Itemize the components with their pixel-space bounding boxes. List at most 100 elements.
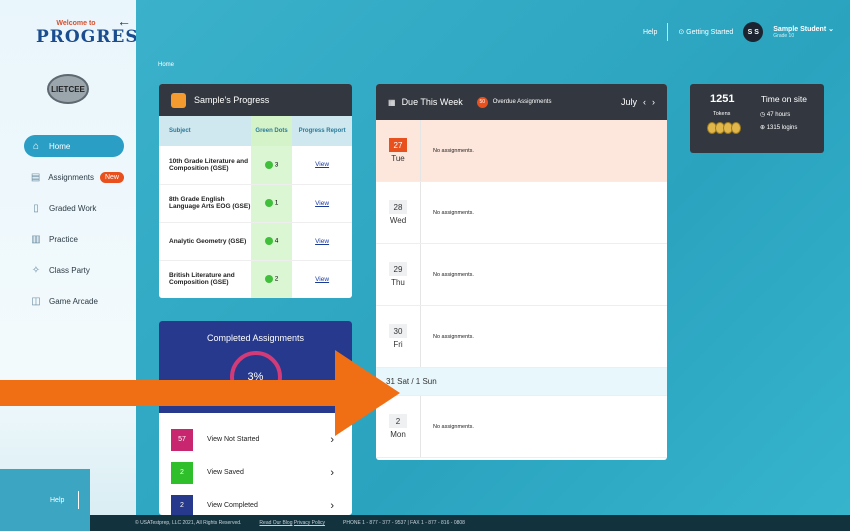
chevron-right-icon[interactable]: › bbox=[652, 97, 655, 107]
sidebar-item-label: Game Arcade bbox=[49, 296, 98, 306]
view-report-link[interactable]: View bbox=[315, 200, 329, 207]
divider bbox=[78, 491, 79, 509]
dot-count: 4 bbox=[274, 237, 279, 245]
logo-welcome: Welcome to bbox=[56, 20, 96, 27]
avatar[interactable]: S S bbox=[743, 22, 764, 42]
overdue-assignments-link[interactable]: 50 Overdue Assignments bbox=[476, 96, 552, 108]
calendar-title: Due This Week bbox=[401, 97, 463, 107]
sidebar-item-label: Assignments bbox=[48, 172, 94, 182]
contact-text: PHONE 1 - 877 - 377 - 9537 | FAX 1 - 877… bbox=[343, 520, 465, 526]
day-number: 30 bbox=[389, 324, 407, 338]
practice-icon: ▥ bbox=[31, 233, 41, 245]
token-count: 1251 bbox=[710, 93, 735, 105]
table-row: 10th Grade Literature and Composition (G… bbox=[159, 146, 352, 185]
sidebar-item-graded-work[interactable]: ▯ Graded Work bbox=[24, 197, 124, 219]
user-name: Sample Student bbox=[773, 26, 827, 33]
chevron-right-icon: › bbox=[330, 499, 334, 512]
party-icon: ✧ bbox=[31, 264, 41, 276]
help-link-mini[interactable]: Help bbox=[50, 497, 64, 504]
sidebar-nav: ⌂ Home ▤ Assignments New ▯ Graded Work ▥… bbox=[24, 135, 124, 321]
col-subject: Subject bbox=[159, 116, 251, 146]
month-label: July bbox=[620, 97, 637, 107]
blog-link[interactable]: Read Our Blog bbox=[259, 520, 292, 526]
progress-logo: Welcome to PROGRESS bbox=[36, 20, 152, 47]
tokens-label: Tokens bbox=[713, 111, 731, 117]
top-bar: Help ⊙ Getting Started S S Sample Studen… bbox=[643, 22, 834, 42]
no-assignments-text: No assignments. bbox=[433, 271, 474, 278]
row-label: View Not Started bbox=[207, 436, 260, 443]
progress-card: Sample's Progress Subject Green Dots Pro… bbox=[159, 84, 352, 298]
privacy-link[interactable]: Privacy Policy bbox=[294, 520, 325, 526]
completed-title: Completed Assignments bbox=[206, 333, 305, 343]
stats-card: 1251 Tokens Time on site ◷ 47 hours ⊕ 13… bbox=[690, 84, 824, 153]
due-this-week-card: ▦ Due This Week 50 Overdue Assignments J… bbox=[376, 84, 667, 460]
subject-name: 8th Grade English Language Arts EOG (GSE… bbox=[159, 184, 251, 223]
view-completed-row[interactable]: 2 View Completed › bbox=[159, 489, 352, 515]
view-report-link[interactable]: View bbox=[315, 161, 329, 168]
sidebar-item-class-party[interactable]: ✧ Class Party bbox=[24, 259, 124, 281]
play-icon: ⊙ bbox=[678, 29, 687, 36]
day-name: Tue bbox=[391, 154, 405, 163]
green-dot-icon bbox=[264, 275, 273, 283]
footer: © USATestprep, LLC 2021, All Rights Rese… bbox=[90, 515, 850, 531]
new-badge: New bbox=[99, 171, 124, 183]
assignment-icon: ▤ bbox=[30, 171, 41, 183]
day-row: 30 Fri No assignments. bbox=[376, 306, 667, 368]
no-assignments-text: No assignments. bbox=[433, 423, 474, 430]
day-number: 27 bbox=[389, 138, 407, 152]
subject-name: British Literature and Composition (GSE) bbox=[159, 260, 251, 298]
table-row: Analytic Geometry (GSE) 4 View bbox=[159, 222, 352, 261]
user-menu[interactable]: Sample Student ⌄ Grade 10 bbox=[773, 25, 834, 39]
dot-count: 3 bbox=[274, 161, 279, 169]
time-on-site-title: Time on site bbox=[761, 94, 807, 104]
sidebar: Welcome to PROGRESS ← LIETCEE ⌂ Home ▤ A… bbox=[0, 0, 152, 531]
collapse-sidebar-icon[interactable]: ← bbox=[117, 13, 131, 29]
hours-value: 47 hours bbox=[766, 112, 791, 118]
document-icon: ▯ bbox=[33, 202, 39, 214]
help-panel: Help bbox=[0, 469, 90, 531]
count-box: 2 bbox=[171, 461, 193, 484]
calendar-header: ▦ Due This Week 50 Overdue Assignments J… bbox=[376, 84, 667, 120]
subject-name: 10th Grade Literature and Composition (G… bbox=[159, 146, 251, 185]
view-report-link[interactable]: View bbox=[315, 238, 329, 245]
sidebar-item-label: Practice bbox=[49, 234, 78, 244]
divider bbox=[667, 23, 669, 41]
user-grade: Grade 10 bbox=[773, 33, 795, 39]
logins-value: 1315 logins bbox=[766, 125, 798, 131]
view-saved-row[interactable]: 2 View Saved › bbox=[159, 456, 352, 489]
green-dot-icon bbox=[264, 237, 273, 245]
overdue-label: Overdue Assignments bbox=[492, 99, 552, 105]
sidebar-item-home[interactable]: ⌂ Home bbox=[24, 135, 124, 157]
day-row: 28 Wed No assignments. bbox=[376, 182, 667, 244]
calendar-icon: ▦ bbox=[388, 97, 396, 107]
logo-name: PROGRESS bbox=[36, 27, 152, 47]
col-progress-report: Progress Report bbox=[292, 116, 352, 146]
view-report-link[interactable]: View bbox=[315, 276, 329, 283]
chevron-left-icon[interactable]: ‹ bbox=[643, 97, 646, 107]
day-name: Thu bbox=[391, 278, 405, 287]
getting-started-label: Getting Started bbox=[686, 29, 734, 36]
progress-card-header: Sample's Progress bbox=[159, 84, 352, 116]
clock-icon: ◷ bbox=[760, 112, 767, 118]
day-number: 28 bbox=[389, 200, 407, 214]
no-assignments-text: No assignments. bbox=[433, 333, 474, 340]
subject-name: Analytic Geometry (GSE) bbox=[159, 222, 251, 261]
help-link[interactable]: Help bbox=[643, 29, 657, 36]
breadcrumb[interactable]: Home bbox=[158, 62, 174, 68]
no-assignments-text: No assignments. bbox=[433, 209, 474, 216]
sidebar-item-assignments[interactable]: ▤ Assignments New bbox=[24, 166, 124, 188]
no-assignments-text: No assignments. bbox=[433, 147, 474, 154]
chevron-right-icon: › bbox=[330, 466, 334, 479]
gamepad-icon: ◫ bbox=[31, 295, 41, 307]
coins-icon bbox=[707, 122, 741, 134]
row-label: View Saved bbox=[207, 469, 244, 476]
sidebar-item-practice[interactable]: ▥ Practice bbox=[24, 228, 124, 250]
green-dot-icon bbox=[264, 160, 273, 169]
day-name: Wed bbox=[389, 216, 407, 225]
sidebar-item-game-arcade[interactable]: ◫ Game Arcade bbox=[24, 290, 124, 312]
chart-icon bbox=[171, 92, 186, 108]
day-name: Fri bbox=[393, 340, 403, 349]
table-row: 8th Grade English Language Arts EOG (GSE… bbox=[159, 184, 352, 223]
getting-started-link[interactable]: ⊙ Getting Started bbox=[678, 28, 733, 36]
sidebar-item-label: Class Party bbox=[49, 265, 90, 275]
